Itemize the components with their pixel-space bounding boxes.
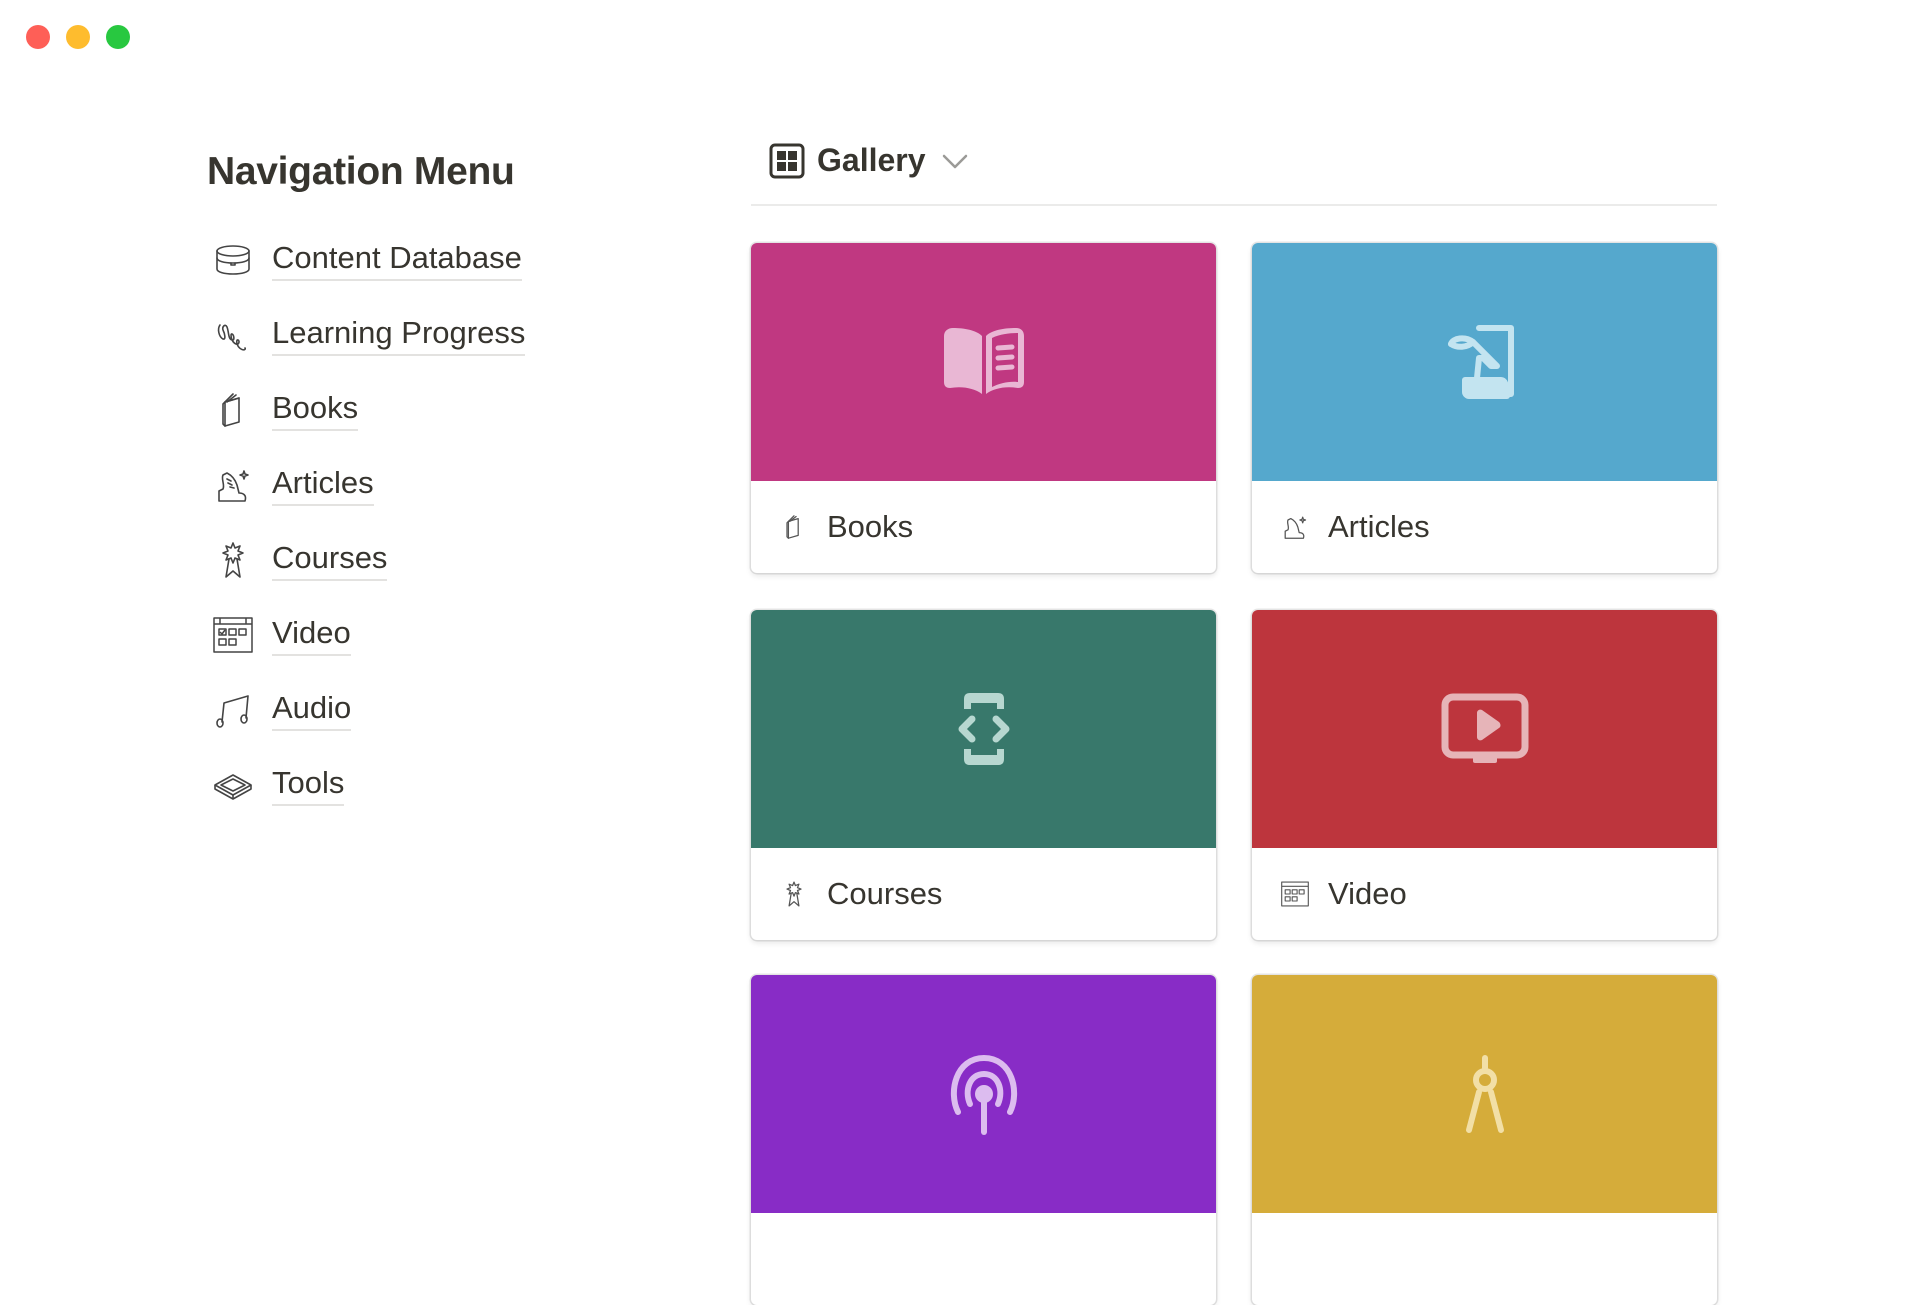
nav-item-label: Learning Progress xyxy=(272,313,526,356)
card-footer: Courses xyxy=(751,848,1216,940)
nav-item-label: Content Database xyxy=(272,238,522,281)
card-cover xyxy=(751,975,1216,1213)
quill-scroll-icon xyxy=(1447,325,1514,399)
gallery-header: Gallery xyxy=(751,136,1717,206)
chevron-down-icon[interactable] xyxy=(940,146,970,176)
card-title: Books xyxy=(827,509,914,544)
navigation-menu-title: Navigation Menu xyxy=(207,150,515,193)
book-icon xyxy=(210,387,256,433)
card-cover xyxy=(1252,243,1717,481)
code-brackets-icon xyxy=(958,693,1009,765)
nav-item-audio[interactable]: Audio xyxy=(210,672,525,747)
book-icon xyxy=(779,512,809,542)
card-footer: Books xyxy=(751,481,1216,573)
music-note-icon xyxy=(210,687,256,733)
compass-drafting-icon xyxy=(1465,1055,1504,1133)
window-controls xyxy=(26,25,130,49)
nav-item-video[interactable]: Video xyxy=(210,597,525,672)
database-icon xyxy=(210,237,256,283)
gallery-card-tools[interactable] xyxy=(1252,975,1717,1305)
card-footer: Articles xyxy=(1252,481,1717,573)
gallery-grid-icon xyxy=(769,143,805,178)
zoom-window-button[interactable] xyxy=(106,25,130,49)
card-title: Articles xyxy=(1328,509,1430,544)
gallery-card-audio[interactable] xyxy=(751,975,1216,1305)
card-footer: Video xyxy=(1252,848,1717,940)
card-title: Courses xyxy=(827,876,943,911)
gallery-card-courses[interactable]: Courses xyxy=(751,610,1216,940)
minimize-window-button[interactable] xyxy=(66,25,90,49)
article-icon xyxy=(210,462,256,508)
close-window-button[interactable] xyxy=(26,25,50,49)
calendar-grid-icon xyxy=(1280,879,1310,909)
box-icon xyxy=(210,762,256,808)
nav-item-label: Articles xyxy=(272,463,374,506)
card-title: Video xyxy=(1328,876,1407,911)
article-icon xyxy=(1280,512,1310,542)
nav-item-learning-progress[interactable]: Learning Progress xyxy=(210,297,526,372)
award-ribbon-icon xyxy=(210,537,256,583)
nav-item-courses[interactable]: Courses xyxy=(210,522,525,597)
gallery-card-video[interactable]: Video xyxy=(1252,610,1717,940)
podcast-icon xyxy=(950,1054,1017,1135)
calendar-grid-icon xyxy=(210,612,256,658)
nav-item-label: Tools xyxy=(272,763,345,806)
open-book-icon xyxy=(943,328,1024,394)
nav-item-tools[interactable]: Tools xyxy=(210,747,525,822)
card-cover xyxy=(1252,975,1717,1213)
card-cover xyxy=(751,243,1216,481)
tv-play-icon xyxy=(1441,693,1528,763)
nav-item-label: Audio xyxy=(272,688,352,731)
nav-item-label: Courses xyxy=(272,538,388,581)
gallery-card-books[interactable]: Books xyxy=(751,243,1216,573)
nav-item-label: Books xyxy=(272,388,359,431)
view-switcher[interactable]: Gallery xyxy=(769,142,970,179)
gallery-card-articles[interactable]: Articles xyxy=(1252,243,1717,573)
navigation-menu: Content Database Learning Progress Books xyxy=(210,222,526,822)
nav-item-books[interactable]: Books xyxy=(210,372,525,447)
nav-item-label: Video xyxy=(272,613,351,656)
spiral-icon xyxy=(210,312,256,358)
card-cover xyxy=(1252,610,1717,848)
card-cover xyxy=(751,610,1216,848)
nav-item-content-database[interactable]: Content Database xyxy=(210,222,525,297)
award-ribbon-icon xyxy=(779,879,809,909)
view-label: Gallery xyxy=(817,142,926,178)
nav-item-articles[interactable]: Articles xyxy=(210,447,525,522)
